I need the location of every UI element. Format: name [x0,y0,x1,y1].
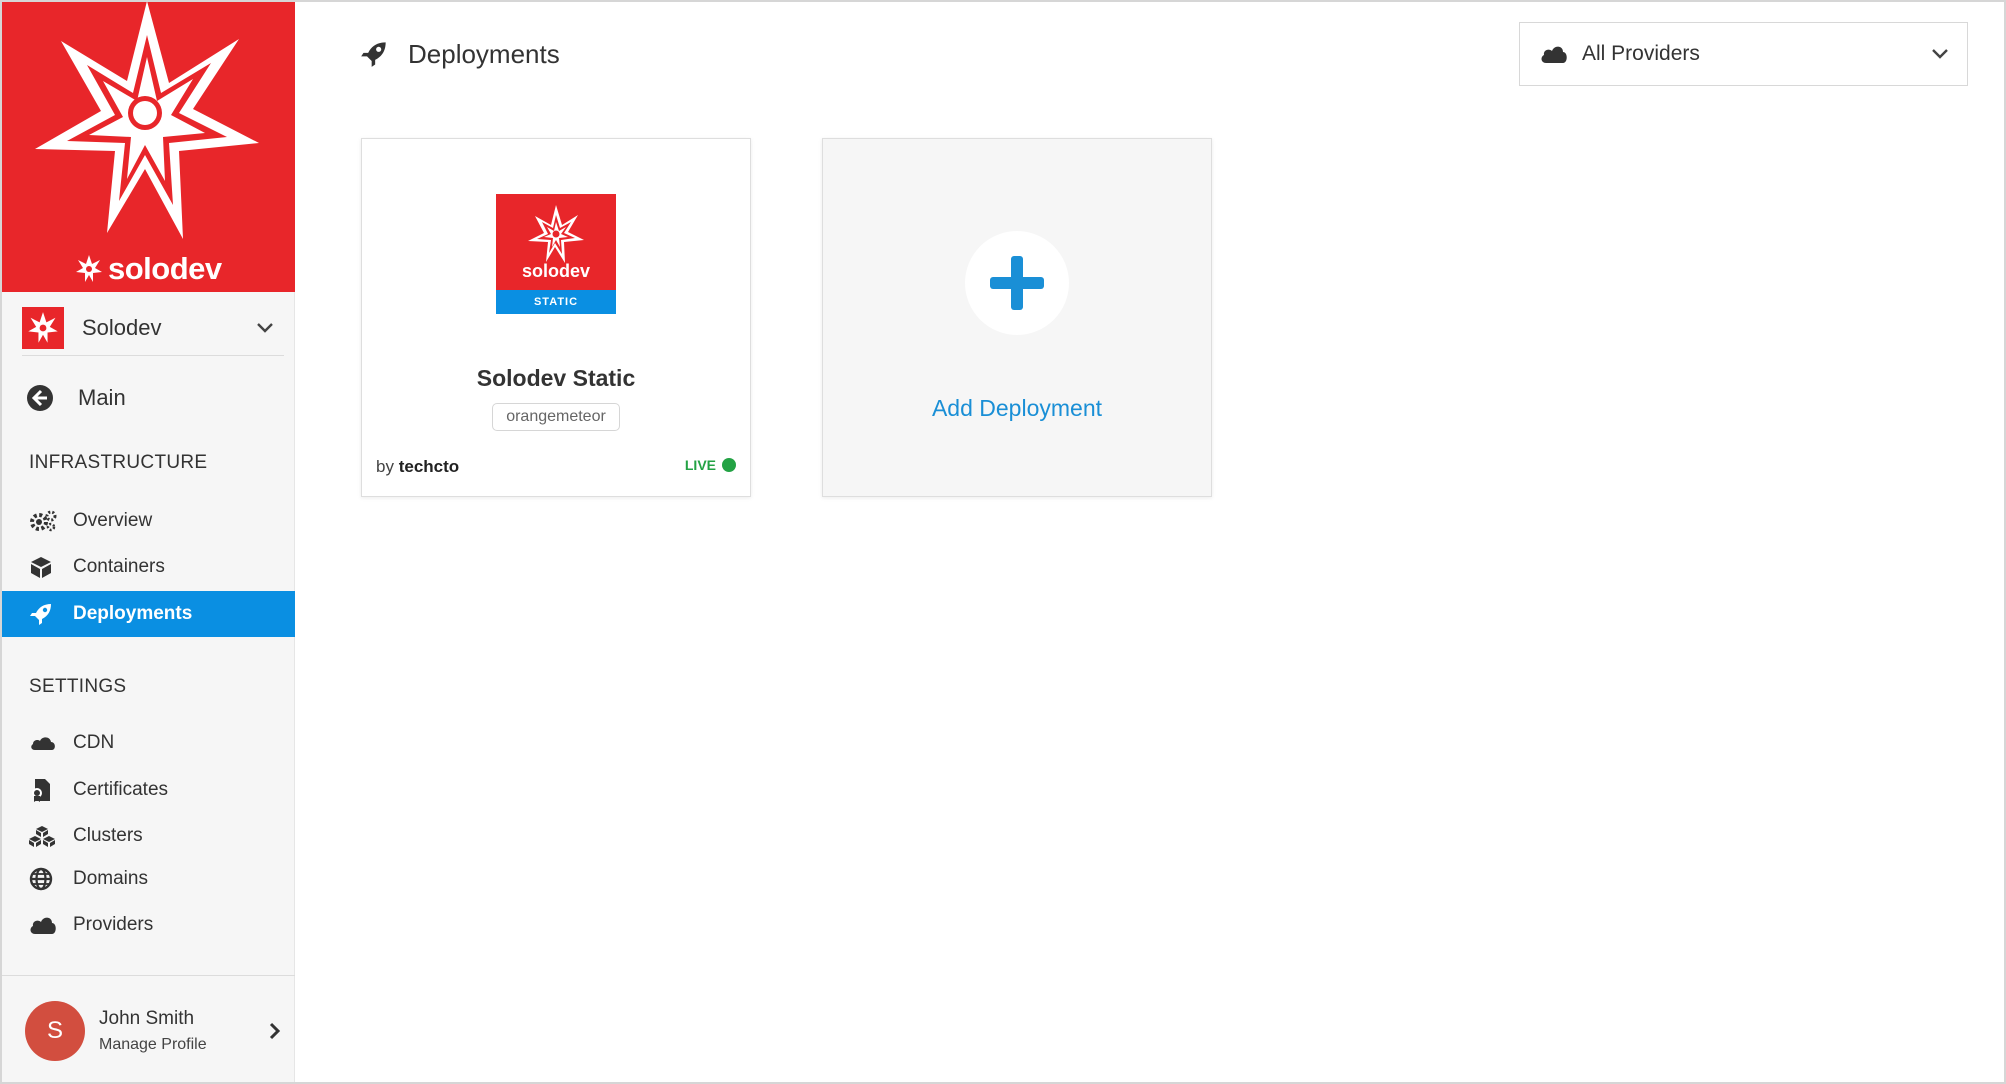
brand-wordmark-text: solodev [108,251,222,286]
nav-item-cdn[interactable]: CDN [2,720,295,766]
provider-filter-value: All Providers [1582,42,1700,65]
add-button[interactable] [965,231,1069,335]
status-label: LIVE [684,457,716,473]
cloud-solid-icon [29,915,59,935]
arrow-circle-left-icon [27,385,53,411]
nav-item-label: Clusters [73,825,143,846]
org-name: Solodev [82,314,162,340]
nav-main-label: Main [78,385,126,410]
brand-logo[interactable]: solodev [2,2,295,292]
deployment-tag: orangemeteor [492,403,620,431]
certificate-icon [29,778,59,802]
nav-item-containers[interactable]: Containers [2,544,295,590]
deployment-card[interactable]: solodev STATIC Solodev Static orangemete… [361,138,751,497]
nav-item-label: Certificates [73,779,169,800]
chevron-down-icon [257,322,273,333]
sidebar: solodev Solodev Main INFRASTRUCTURE Over… [2,2,295,1082]
rocket-icon [29,602,59,626]
provider-filter-select[interactable]: All Providers [1519,22,1968,86]
org-logo [22,306,64,349]
nav-item-certificates[interactable]: Certificates [2,767,295,813]
page-title: Deployments [408,38,560,69]
solodev-star-icon [35,2,259,239]
app-logo-band: STATIC [496,290,616,314]
nav-item-domains[interactable]: Domains [2,856,295,902]
nav-item-overview[interactable]: Overview [2,498,295,544]
page-header: Deployments [360,36,560,72]
small-star-icon [76,255,102,282]
profile-name: John Smith [99,1008,195,1029]
cogs-icon [29,510,59,532]
add-deployment-card[interactable]: Add Deployment [822,138,1212,497]
nav-item-deployments[interactable]: Deployments [2,591,295,637]
nav-item-label: Deployments [73,603,193,624]
nav-main[interactable]: Main [2,374,295,422]
nav-item-label: Overview [73,510,153,531]
cube-icon [29,555,59,579]
add-deployment-label: Add Deployment [931,395,1103,421]
author-name: techcto [398,457,460,476]
chevron-down-icon [1932,49,1948,59]
cloud-solid-icon [1541,46,1567,63]
by-prefix: by [376,457,394,476]
settings-section-title: SETTINGS [29,676,127,697]
rocket-icon [361,42,386,67]
app-logo-word: solodev [521,261,591,281]
nav-item-label: Domains [73,868,148,889]
manage-profile-link[interactable]: Manage Profile [99,1036,269,1054]
plus-icon [990,256,1044,310]
deployment-author: by techcto [376,457,459,477]
app-logo: solodev STATIC [496,194,616,314]
status-badge: LIVE [685,457,736,473]
cubes-icon [29,825,59,847]
brand-wordmark: solodev [74,249,222,289]
nav-item-providers[interactable]: Providers [2,902,295,948]
globe-icon [29,867,59,891]
avatar: S [25,1001,85,1061]
app-window: solodev Solodev Main INFRASTRUCTURE Over… [0,0,2006,1084]
nav-item-clusters[interactable]: Clusters [2,813,295,859]
live-dot-icon [722,458,736,472]
org-star-icon [28,311,58,343]
app-logo-star-icon [528,205,584,263]
profile-text: John Smith Manage Profile [99,1008,269,1054]
cloud-icon [29,735,59,751]
infrastructure-section-title: INFRASTRUCTURE [29,452,208,473]
org-switcher[interactable]: Solodev [22,300,284,356]
nav-item-label: CDN [73,732,115,753]
nav-item-label: Containers [73,556,165,577]
chevron-right-icon [269,1022,281,1040]
profile-menu[interactable]: S John Smith Manage Profile [2,975,295,1082]
deployment-name: Solodev Static [476,365,636,391]
nav-item-label: Providers [73,914,154,935]
